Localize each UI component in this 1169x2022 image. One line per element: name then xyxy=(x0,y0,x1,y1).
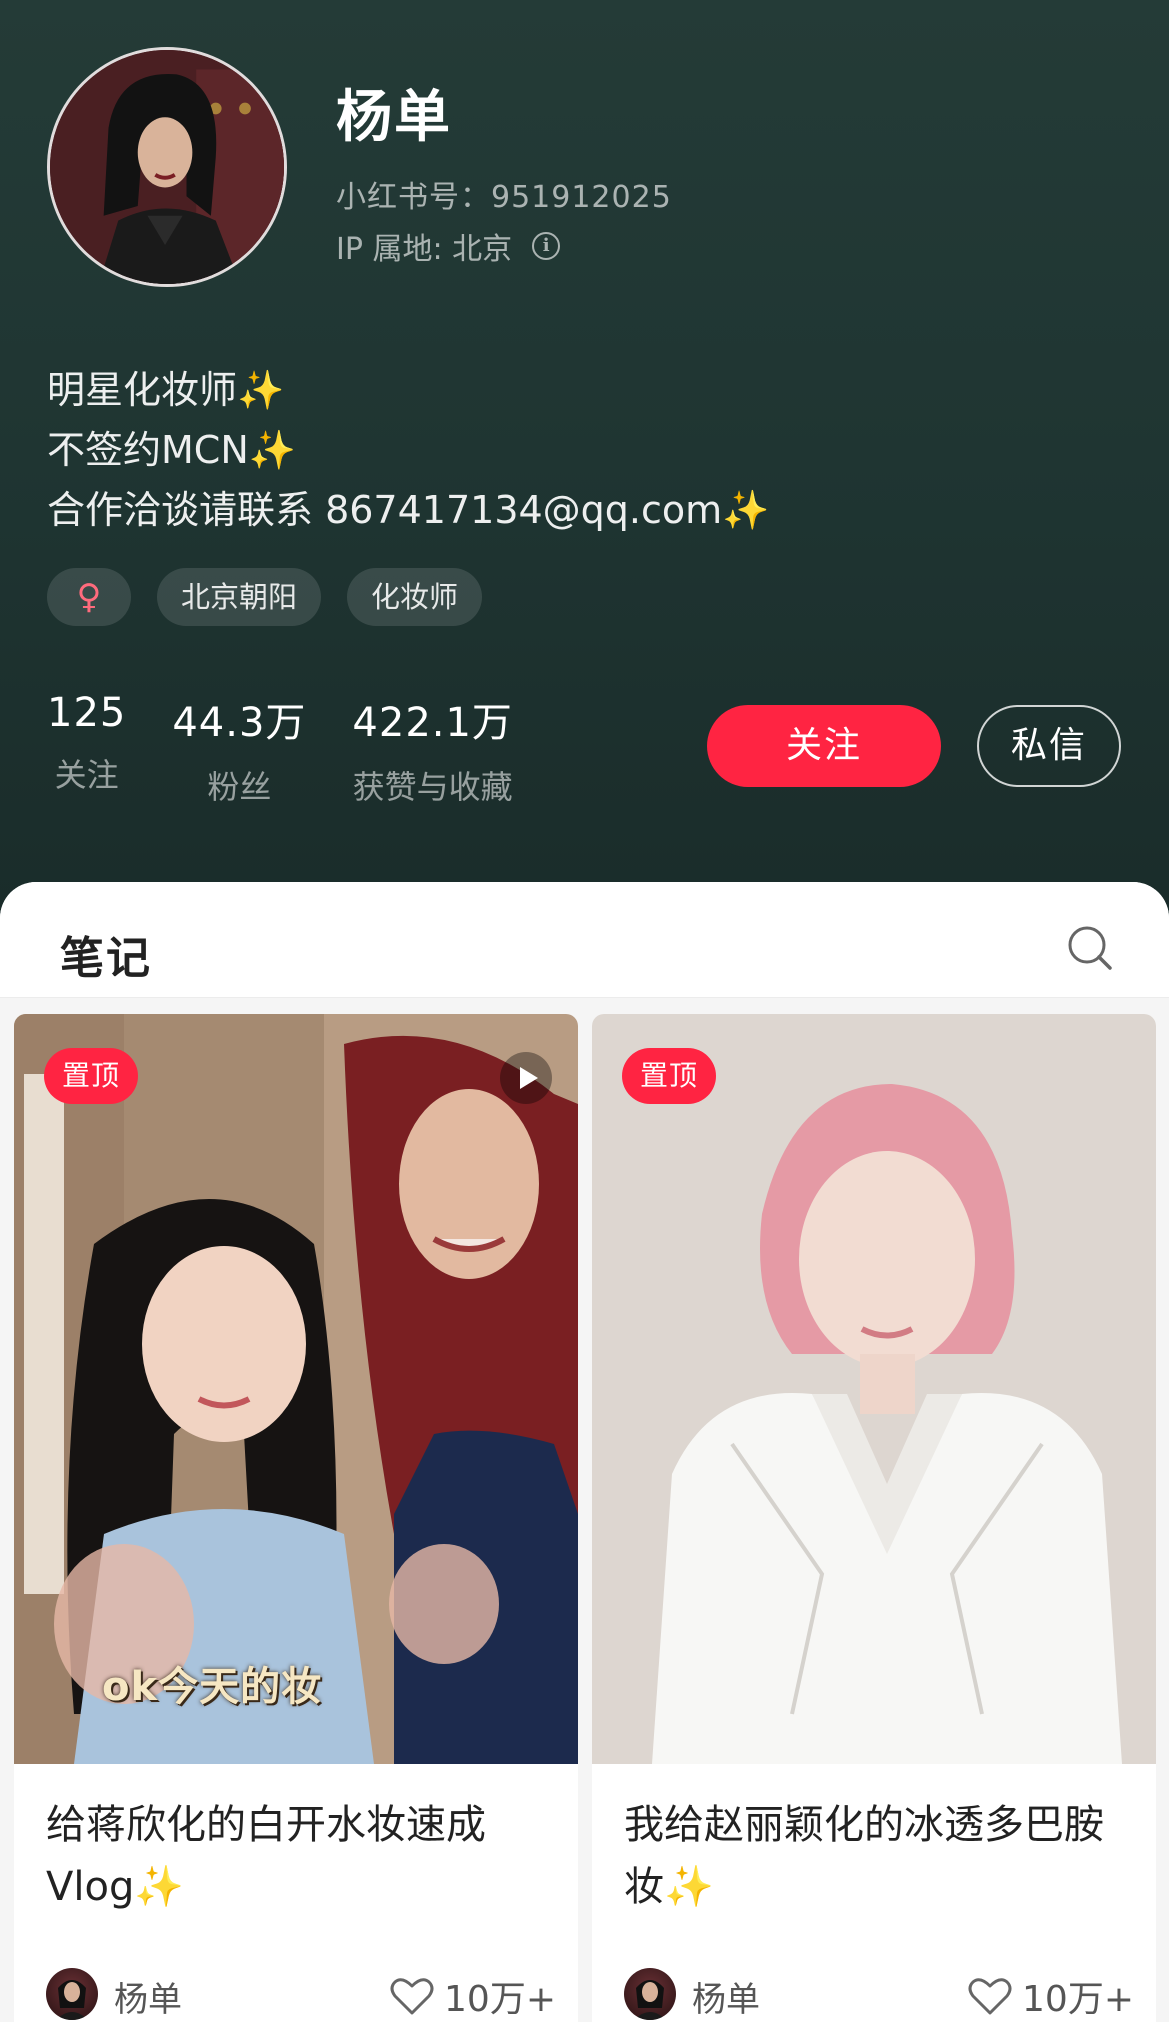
video-subtitle: ok今天的妆 xyxy=(102,1664,323,1710)
stat-number: 422.1万 xyxy=(352,700,513,746)
author-name[interactable]: 杨单 xyxy=(114,1972,182,2021)
female-gender-icon: ♀ xyxy=(47,568,131,626)
info-icon[interactable]: i xyxy=(532,232,561,260)
like-count: 10万+ xyxy=(444,1979,556,2020)
tag-location[interactable]: 北京朝阳 xyxy=(157,568,322,626)
like-button[interactable]: 10万+ xyxy=(390,1970,556,2022)
author-name[interactable]: 杨单 xyxy=(692,1972,760,2021)
stat-likes-collects[interactable]: 422.1万 获赞与收藏 xyxy=(352,690,513,808)
note-footer: 杨单 10万+ xyxy=(46,1962,556,2022)
stat-followers[interactable]: 44.3万 粉丝 xyxy=(172,690,306,808)
pinned-badge: 置顶 xyxy=(622,1048,717,1104)
sparkles-icon: ✨ xyxy=(237,368,285,412)
tag-profession[interactable]: 化妆师 xyxy=(347,568,483,626)
play-icon xyxy=(500,1052,552,1104)
bio-line: 不签约MCN✨ xyxy=(47,420,769,480)
stat-label: 粉丝 xyxy=(207,768,272,806)
heart-icon xyxy=(390,1978,434,2015)
message-button[interactable]: 私信 xyxy=(977,705,1121,787)
author-avatar[interactable] xyxy=(624,1968,676,2020)
note-title[interactable]: 我给赵丽颖化的冰透多巴胺妆✨ xyxy=(624,1794,1134,1918)
note-cover-image[interactable]: 置顶 xyxy=(592,1014,1156,1764)
video-cover-image xyxy=(14,1014,578,1764)
stat-following[interactable]: 125 关注 xyxy=(47,690,126,808)
bio-line: 明星化妆师✨ xyxy=(47,360,769,420)
red-id: 小红书号：951912025 xyxy=(336,180,672,215)
stat-label: 获赞与收藏 xyxy=(352,768,513,806)
bio-text: 合作洽谈请联系 867417134@qq.com xyxy=(47,488,723,532)
search-icon[interactable] xyxy=(1066,924,1114,972)
stat-number: 125 xyxy=(47,690,127,736)
stat-label: 关注 xyxy=(54,756,119,794)
follow-button[interactable]: 关注 xyxy=(707,705,941,787)
like-button[interactable]: 10万+ xyxy=(968,1970,1134,2022)
pinned-badge: 置顶 xyxy=(44,1048,139,1104)
profile-avatar[interactable] xyxy=(47,47,287,287)
profile-bio: 明星化妆师✨ 不签约MCN✨ 合作洽谈请联系 867417134@qq.com✨ xyxy=(47,360,769,540)
profile-header: 杨单 小红书号：951912025 IP 属地: 北京 i 明星化妆师✨ 不签约… xyxy=(0,0,1169,920)
note-title[interactable]: 给蒋欣化的白开水妆速成Vlog✨ xyxy=(46,1794,556,1918)
bio-text: 不签约MCN xyxy=(47,428,249,472)
profile-stats: 125 关注 44.3万 粉丝 422.1万 获赞与收藏 xyxy=(47,690,559,808)
note-cover-image[interactable]: 置顶 ok今天的妆 xyxy=(14,1014,578,1764)
bio-text: 明星化妆师 xyxy=(47,368,238,412)
author-avatar[interactable] xyxy=(46,1968,98,2020)
stat-number: 44.3万 xyxy=(172,700,307,746)
bio-line: 合作洽谈请联系 867417134@qq.com✨ xyxy=(47,480,769,540)
notes-tab-title[interactable]: 笔记 xyxy=(60,922,152,986)
profile-tags: ♀ 北京朝阳 化妆师 xyxy=(47,568,483,626)
note-card[interactable]: 置顶 我给赵丽颖化的冰透多巴胺妆✨ 杨单 10万+ xyxy=(592,1014,1156,2022)
ip-location: IP 属地: 北京 xyxy=(336,232,513,267)
avatar-portrait-image xyxy=(50,50,284,284)
sparkles-icon: ✨ xyxy=(248,428,297,472)
ip-location-row: IP 属地: 北京 i xyxy=(336,224,561,268)
note-footer: 杨单 10万+ xyxy=(624,1962,1134,2022)
like-count: 10万+ xyxy=(1022,1979,1134,2020)
notes-header: 笔记 xyxy=(0,882,1169,998)
photo-cover-image xyxy=(592,1014,1156,1764)
note-card[interactable]: 置顶 ok今天的妆 给蒋欣化的白开水妆速成Vlog✨ 杨单 10万+ xyxy=(14,1014,578,2022)
sparkles-icon: ✨ xyxy=(722,488,770,532)
heart-icon xyxy=(968,1978,1012,2015)
notes-panel: 笔记 置顶 ok今天的妆 给蒋欣化的白开水妆速成Vlog✨ 杨单 10万+ 置顶… xyxy=(0,882,1169,2022)
profile-nickname: 杨单 xyxy=(336,85,452,150)
